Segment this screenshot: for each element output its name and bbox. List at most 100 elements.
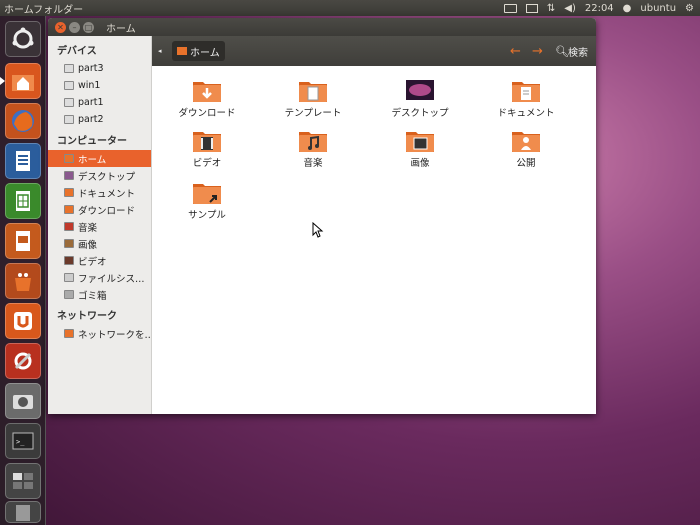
place-icon bbox=[64, 290, 74, 299]
places-sidebar: デバイス part3 win1 part1 part2 コンピューター ホーム デスクト… bbox=[48, 36, 152, 414]
location-toolbar: ◂ ホーム ← → 🔍︎ 検索 bbox=[152, 36, 596, 66]
place-icon bbox=[64, 115, 74, 124]
file-item[interactable]: デスクトップ bbox=[385, 76, 455, 119]
file-label: デスクトップ bbox=[391, 108, 449, 119]
firefox-icon bbox=[12, 110, 34, 132]
sidebar-item-label: ダウンロード bbox=[78, 205, 136, 217]
launcher-writer[interactable] bbox=[5, 143, 41, 179]
file-item[interactable]: ビデオ bbox=[172, 126, 242, 169]
close-button[interactable]: ✕ bbox=[55, 21, 66, 33]
sidebar-item[interactable]: 画像 bbox=[48, 235, 151, 252]
back-arrow-icon[interactable]: ◂ bbox=[158, 47, 162, 55]
window-title: ホーム bbox=[106, 23, 136, 35]
launcher-screenshot[interactable] bbox=[5, 383, 41, 419]
place-icon bbox=[64, 154, 74, 163]
desktop-folder-icon bbox=[406, 80, 434, 100]
place-icon bbox=[64, 171, 74, 180]
svg-text:>_: >_ bbox=[16, 438, 25, 446]
network-header: ネットワーク bbox=[57, 311, 117, 322]
file-view[interactable]: ダウンロード テンプレート デスクトップ ドキュメントビデオ 音楽 画像 公開サンプル bbox=[152, 66, 596, 414]
file-label: テンプレート bbox=[284, 108, 342, 119]
dash-button[interactable] bbox=[5, 21, 41, 57]
file-item[interactable]: 音楽 bbox=[278, 126, 348, 169]
sidebar-item-label: デスクトップ bbox=[78, 171, 136, 183]
window-titlebar[interactable]: ✕ – □ ホーム bbox=[48, 18, 596, 36]
home-folder-icon bbox=[12, 75, 34, 91]
maximize-button[interactable]: □ bbox=[83, 21, 94, 33]
sidebar-item-label: ビデオ bbox=[78, 256, 107, 268]
ubuntu-one-icon bbox=[14, 312, 32, 330]
file-item[interactable]: ダウンロード bbox=[172, 76, 242, 119]
file-label: ドキュメント bbox=[497, 108, 555, 119]
place-icon bbox=[64, 256, 74, 265]
file-label: 画像 bbox=[410, 158, 430, 169]
sidebar-item-label: part3 bbox=[78, 63, 104, 74]
user-icon[interactable]: ● bbox=[623, 3, 632, 14]
active-app-title: ホームフォルダー bbox=[4, 4, 84, 16]
workspace-icon bbox=[13, 473, 33, 489]
launcher-trash[interactable] bbox=[5, 501, 41, 523]
sidebar-item[interactable]: ネットワークを… bbox=[48, 325, 151, 342]
writer-icon bbox=[16, 151, 30, 171]
sidebar-item[interactable]: part3 bbox=[48, 60, 151, 77]
sidebar-item[interactable]: ダウンロード bbox=[48, 201, 151, 218]
search-icon[interactable]: 🔍︎ bbox=[555, 45, 569, 58]
launcher-impress[interactable] bbox=[5, 223, 41, 259]
sidebar-item[interactable]: ホーム bbox=[48, 150, 151, 167]
mail-icon[interactable] bbox=[525, 3, 538, 13]
minimize-button[interactable]: – bbox=[69, 21, 80, 33]
file-item[interactable]: サンプル bbox=[172, 178, 242, 221]
user-name[interactable]: ubuntu bbox=[640, 3, 676, 14]
place-icon bbox=[64, 222, 74, 231]
sidebar-item-label: 画像 bbox=[78, 239, 98, 251]
ubuntu-logo-icon bbox=[12, 27, 34, 49]
launcher-workspace-switcher[interactable] bbox=[5, 463, 41, 499]
file-item[interactable]: 画像 bbox=[385, 126, 455, 169]
launcher: >_ bbox=[0, 16, 46, 525]
place-icon bbox=[64, 188, 74, 197]
sidebar-item[interactable]: デスクトップ bbox=[48, 167, 151, 184]
search-button[interactable]: 検索 bbox=[568, 44, 588, 59]
volume-icon[interactable]: ◀) bbox=[564, 3, 576, 14]
sidebar-item[interactable]: part1 bbox=[48, 94, 151, 111]
place-icon bbox=[64, 81, 74, 90]
sidebar-item[interactable]: ゴミ箱 bbox=[48, 286, 151, 303]
calc-icon bbox=[16, 191, 30, 211]
sidebar-item-label: ファイルシス… bbox=[78, 273, 145, 285]
launcher-ubuntu-one[interactable] bbox=[5, 303, 41, 339]
file-item[interactable]: テンプレート bbox=[278, 76, 348, 119]
software-center-icon bbox=[15, 273, 31, 291]
sidebar-item-label: part2 bbox=[78, 114, 104, 125]
sidebar-item[interactable]: win1 bbox=[48, 77, 151, 94]
file-item[interactable]: 公開 bbox=[491, 126, 561, 169]
sample-folder-icon bbox=[193, 184, 221, 204]
sidebar-item[interactable]: ビデオ bbox=[48, 252, 151, 269]
sidebar-item[interactable]: ファイルシス… bbox=[48, 269, 151, 286]
sidebar-item[interactable]: 音楽 bbox=[48, 218, 151, 235]
launcher-calc[interactable] bbox=[5, 183, 41, 219]
sidebar-item-label: 音楽 bbox=[78, 222, 98, 234]
launcher-software-center[interactable] bbox=[5, 263, 41, 299]
terminal-icon: >_ bbox=[12, 432, 34, 450]
session-gear-icon[interactable]: ⚙ bbox=[685, 3, 694, 14]
file-label: ダウンロード bbox=[178, 108, 236, 119]
keyboard-icon[interactable] bbox=[503, 3, 517, 13]
sidebar-item-label: ネットワークを… bbox=[78, 329, 151, 341]
sidebar-item-label: ホーム bbox=[78, 154, 107, 166]
file-label: 公開 bbox=[516, 158, 536, 169]
place-icon bbox=[64, 273, 74, 282]
computer-header: コンピューター bbox=[57, 136, 127, 147]
file-item[interactable]: ドキュメント bbox=[491, 76, 561, 119]
breadcrumb-home[interactable]: ホーム bbox=[172, 41, 225, 61]
sidebar-item[interactable]: part2 bbox=[48, 111, 151, 128]
network-icon[interactable]: ⇅ bbox=[547, 3, 555, 14]
launcher-firefox[interactable] bbox=[5, 103, 41, 139]
nav-back-icon[interactable]: ← bbox=[510, 44, 521, 59]
launcher-terminal[interactable]: >_ bbox=[5, 423, 41, 459]
trash-icon bbox=[16, 505, 30, 521]
nav-forward-icon[interactable]: → bbox=[532, 44, 543, 59]
clock[interactable]: 22:04 bbox=[585, 3, 614, 14]
launcher-home-folder[interactable] bbox=[5, 63, 41, 99]
sidebar-item[interactable]: ドキュメント bbox=[48, 184, 151, 201]
launcher-system-settings[interactable] bbox=[5, 343, 41, 379]
